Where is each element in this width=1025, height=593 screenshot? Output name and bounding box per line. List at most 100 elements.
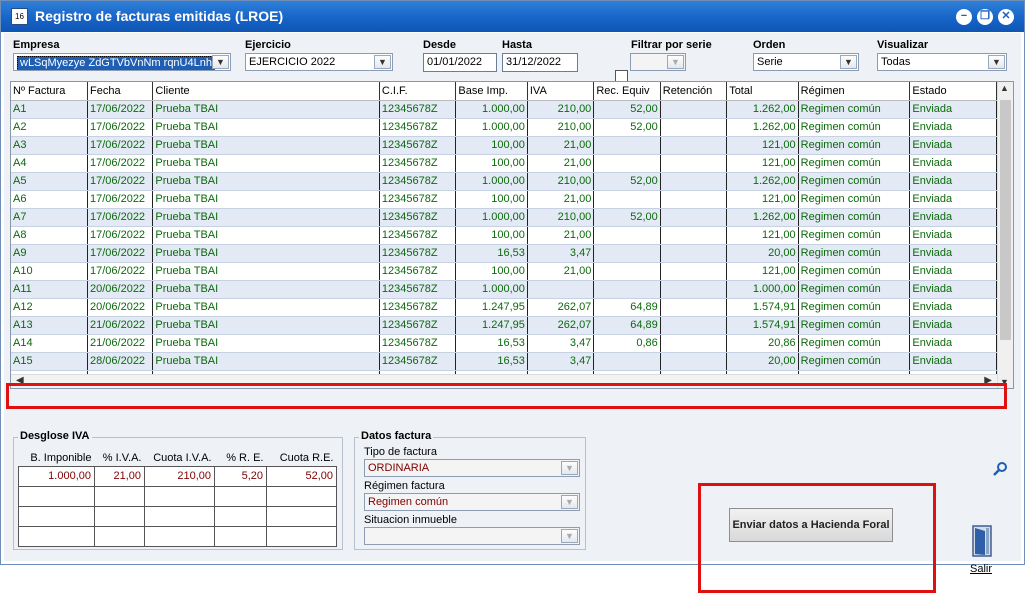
chevron-down-icon[interactable]: ▼ <box>212 55 229 69</box>
chevron-down-icon[interactable]: ▼ <box>561 461 578 475</box>
minimize-button[interactable]: − <box>956 9 972 25</box>
serie-select[interactable]: ▼ <box>630 53 686 71</box>
datos-title: Datos factura <box>359 430 434 442</box>
table-row[interactable]: A13 21/06/2022 Prueba TBAI 12345678Z 1.247,9… <box>11 316 997 335</box>
table-cell: 17/06/2022 <box>87 154 154 173</box>
desglose-row[interactable]: 1.000,00 21,00 210,00 5,20 52,00 <box>18 465 337 487</box>
table-row[interactable]: A7 17/06/2022 Prueba TBAI 12345678Z 1.000,00… <box>11 208 997 227</box>
vertical-scrollbar[interactable]: ▲ ▼ <box>997 82 1013 388</box>
table-cell: A14 <box>11 334 88 353</box>
desglose-empty-row[interactable] <box>18 485 337 507</box>
table-row[interactable]: A9 17/06/2022 Prueba TBAI 12345678Z 16,53 3,4… <box>11 244 997 263</box>
table-cell: Prueba TBAI <box>152 172 380 191</box>
table-row[interactable]: A12 20/06/2022 Prueba TBAI 12345678Z 1.247,9… <box>11 298 997 317</box>
table-cell: Regimen común <box>798 190 911 209</box>
table-cell: Prueba TBAI <box>152 154 380 173</box>
column-header[interactable]: C.I.F. <box>379 82 457 101</box>
title-bar[interactable]: 16 Registro de facturas emitidas (LROE) … <box>1 1 1024 32</box>
highlight-pending-row <box>6 383 1007 409</box>
table-cell: 12345678Z <box>379 352 457 371</box>
table-row[interactable]: A11 20/06/2022 Prueba TBAI 12345678Z 1.000,0… <box>11 280 997 299</box>
chevron-down-icon[interactable]: ▼ <box>667 55 684 69</box>
desglose-cell[interactable]: 210,00 <box>144 465 215 487</box>
table-row[interactable]: A3 17/06/2022 Prueba TBAI 12345678Z 100,00 21… <box>11 136 997 155</box>
situacion-inmueble-select[interactable]: ▼ <box>364 527 580 545</box>
scroll-up-icon[interactable]: ▲ <box>1000 83 1009 93</box>
empresa-select[interactable]: wLSqMyezye ZdGTVbVnNm rqnU4Lnh ▼ <box>13 53 231 71</box>
table-cell <box>660 136 728 155</box>
chevron-down-icon[interactable]: ▼ <box>561 529 578 543</box>
column-header[interactable]: Base Imp. <box>455 82 528 101</box>
column-header[interactable]: IVA <box>527 82 595 101</box>
table-cell: Regimen común <box>798 244 911 263</box>
table-cell: A13 <box>11 316 88 335</box>
hasta-field[interactable]: 31/12/2022 <box>502 53 578 72</box>
ejercicio-select[interactable]: EJERCICIO 2022 ▼ <box>245 53 393 71</box>
desglose-cell[interactable]: 21,00 <box>94 465 145 487</box>
table-cell: Regimen común <box>798 100 911 119</box>
chevron-down-icon[interactable]: ▼ <box>374 55 391 69</box>
column-header[interactable]: Estado <box>909 82 997 101</box>
table-cell: 17/06/2022 <box>87 100 154 119</box>
table-cell: Enviada <box>909 154 997 173</box>
chevron-down-icon[interactable]: ▼ <box>840 55 857 69</box>
table-cell: 16,53 <box>455 352 528 371</box>
restore-button[interactable]: ❐ <box>977 9 993 25</box>
table-cell <box>593 154 661 173</box>
table-row[interactable]: A10 17/06/2022 Prueba TBAI 12345678Z 100,00 2… <box>11 262 997 281</box>
column-header[interactable]: Rec. Equiv <box>593 82 661 101</box>
table-row[interactable]: A15 28/06/2022 Prueba TBAI 12345678Z 16,53 3,… <box>11 352 997 371</box>
table-cell: Prueba TBAI <box>152 262 380 281</box>
regimen-factura-select[interactable]: Regimen común ▼ <box>364 493 580 511</box>
scroll-thumb[interactable] <box>1000 100 1011 340</box>
table-row[interactable]: A8 17/06/2022 Prueba TBAI 12345678Z 100,00 21… <box>11 226 997 245</box>
table-cell <box>593 190 661 209</box>
column-header[interactable]: Total <box>726 82 799 101</box>
column-header[interactable]: Retención <box>660 82 728 101</box>
table-cell <box>660 226 728 245</box>
table-cell: 210,00 <box>527 100 595 119</box>
table-cell: 1.000,00 <box>455 280 528 299</box>
send-hacienda-button[interactable]: Enviar datos a Hacienda Foral <box>729 508 893 542</box>
visualizar-select[interactable]: Todas ▼ <box>877 53 1007 71</box>
exit-door-icon[interactable] <box>971 524 993 558</box>
orden-select[interactable]: Serie ▼ <box>753 53 859 71</box>
tipo-factura-select[interactable]: ORDINARIA ▼ <box>364 459 580 477</box>
column-header[interactable]: Nº Factura <box>11 82 88 101</box>
table-cell <box>593 226 661 245</box>
column-header[interactable]: Cliente <box>152 82 380 101</box>
invoice-grid[interactable]: Nº Factura Fecha Cliente C.I.F. Base Imp. IVA… <box>10 81 1014 389</box>
table-cell: 20,00 <box>726 352 799 371</box>
table-cell: Enviada <box>909 172 997 191</box>
table-row[interactable]: A2 17/06/2022 Prueba TBAI 12345678Z 1.000,00… <box>11 118 997 137</box>
desglose-cell[interactable]: 5,20 <box>214 465 267 487</box>
table-cell: Prueba TBAI <box>152 316 380 335</box>
table-cell: 20/06/2022 <box>87 298 154 317</box>
column-header[interactable]: Régimen <box>798 82 911 101</box>
table-row[interactable]: A4 17/06/2022 Prueba TBAI 12345678Z 100,00 21… <box>11 154 997 173</box>
table-row[interactable]: A6 17/06/2022 Prueba TBAI 12345678Z 100,00 21… <box>11 190 997 209</box>
table-row[interactable]: A14 21/06/2022 Prueba TBAI 12345678Z 16,53 3,… <box>11 334 997 353</box>
chevron-down-icon[interactable]: ▼ <box>988 55 1005 69</box>
desglose-empty-row[interactable] <box>18 505 337 527</box>
table-cell: 17/06/2022 <box>87 226 154 245</box>
desde-field[interactable]: 01/01/2022 <box>423 53 497 72</box>
table-row[interactable]: A1 17/06/2022 Prueba TBAI 12345678Z 1.000,00… <box>11 100 997 119</box>
magnifier-icon[interactable] <box>992 461 1008 477</box>
table-row[interactable]: A5 17/06/2022 Prueba TBAI 12345678Z 1.000,00… <box>11 172 997 191</box>
chevron-down-icon[interactable]: ▼ <box>561 495 578 509</box>
table-cell: Prueba TBAI <box>152 280 380 299</box>
desglose-empty-row[interactable] <box>18 525 337 547</box>
desglose-cell[interactable]: 52,00 <box>266 465 337 487</box>
table-cell: 12345678Z <box>379 316 457 335</box>
table-cell: 12345678Z <box>379 118 457 137</box>
close-button[interactable]: ✕ <box>998 9 1014 25</box>
desglose-cell[interactable]: 1.000,00 <box>18 465 95 487</box>
table-cell <box>660 172 728 191</box>
filtrar-serie-label[interactable]: Filtrar por serie <box>631 39 712 51</box>
table-cell: Regimen común <box>798 154 911 173</box>
column-header[interactable]: Fecha <box>87 82 154 101</box>
table-cell: 12345678Z <box>379 154 457 173</box>
table-cell: 12345678Z <box>379 244 457 263</box>
table-cell <box>660 154 728 173</box>
